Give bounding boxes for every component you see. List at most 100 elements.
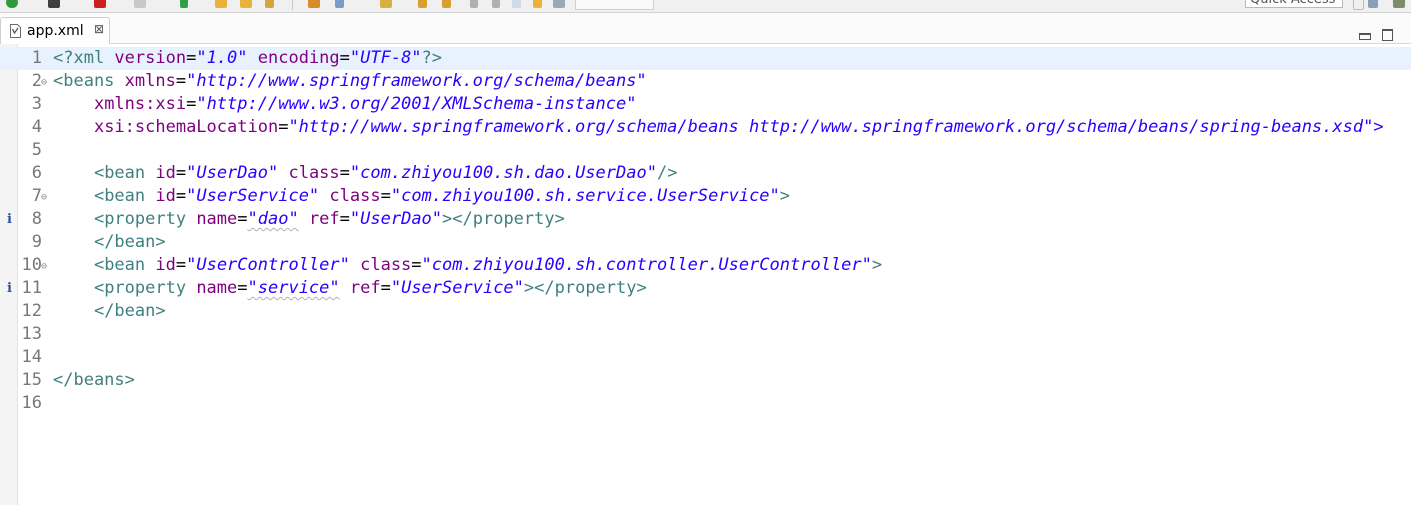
code-content: </bean> <box>53 300 166 323</box>
maximize-icon[interactable] <box>1382 29 1393 41</box>
code-line[interactable]: 1 <?xml version="1.0" encoding="UTF-8"?> <box>0 47 1411 70</box>
code-line[interactable]: 14 <box>0 346 1411 369</box>
attribute-value: "com.zhiyou100.sh.controller.UserControl… <box>421 255 872 275</box>
code-line[interactable]: 12 </bean> <box>0 300 1411 323</box>
tag-close: /> <box>656 163 678 183</box>
run-icon[interactable] <box>6 0 18 8</box>
folder-icon[interactable] <box>533 0 542 8</box>
equals-sign: = <box>339 48 350 68</box>
fold-toggle-icon[interactable]: ⊖ <box>41 255 47 278</box>
code-content: <bean id="UserController" class="com.zhi… <box>53 254 882 277</box>
attribute-name: name <box>186 209 238 229</box>
tag-close: ></property> <box>523 278 647 298</box>
info-icon[interactable]: i <box>7 208 12 231</box>
debug-icon[interactable] <box>48 0 60 8</box>
equals-sign: = <box>237 278 248 298</box>
attribute-value: "service" <box>247 278 340 298</box>
close-icon[interactable]: ⊠ <box>94 22 104 36</box>
line-number: 10 <box>21 255 42 275</box>
save-icon[interactable] <box>134 0 146 8</box>
info-icon[interactable]: i <box>7 277 12 300</box>
attribute-name: xmlns <box>114 71 176 91</box>
attribute-value: "http://www.w3.org/2001/XMLSchema-instan… <box>196 94 637 114</box>
line-number: 1 <box>31 48 42 68</box>
layout-icon[interactable] <box>380 0 392 8</box>
code-line[interactable]: 10 ⊖ <bean id="UserController" class="com… <box>0 254 1411 277</box>
code-line[interactable]: 13 <box>0 323 1411 346</box>
equals-sign: = <box>339 209 350 229</box>
code-content: xmlns:xsi="http://www.w3.org/2001/XMLSch… <box>53 93 636 116</box>
line-number: 2 <box>31 71 42 91</box>
code-content: </beans> <box>53 369 135 392</box>
line-number: 11 <box>21 278 42 298</box>
folder-icon[interactable] <box>215 0 227 8</box>
tag-open: <property <box>93 278 187 298</box>
edit-icon[interactable] <box>308 0 320 8</box>
tag-open: <?xml <box>53 48 105 68</box>
nav-forward-icon[interactable] <box>492 0 500 8</box>
code-content: <property name="dao" ref="UserDao"></pro… <box>53 208 565 231</box>
folder-icon[interactable] <box>240 0 252 8</box>
code-line[interactable]: 7 ⊖ <bean id="UserService" class="com.zhi… <box>0 185 1411 208</box>
play-icon[interactable] <box>180 0 188 8</box>
edit-icon[interactable] <box>265 0 274 8</box>
nav-forward-icon[interactable] <box>442 0 451 8</box>
code-line[interactable]: 9 </bean> <box>0 231 1411 254</box>
tag-close: > <box>779 186 791 206</box>
code-line[interactable]: 6 <bean id="UserDao" class="com.zhiyou10… <box>0 162 1411 185</box>
layout-icon[interactable] <box>1353 0 1364 10</box>
line-number: 13 <box>21 324 42 344</box>
line-number: 4 <box>31 117 42 137</box>
code-line[interactable]: 5 <box>0 139 1411 162</box>
line-number: 16 <box>21 393 42 413</box>
fold-toggle-icon[interactable]: ⊖ <box>41 186 47 209</box>
line-number: 14 <box>21 347 42 367</box>
line-number: 8 <box>31 209 42 229</box>
toolbar-input-box[interactable] <box>575 0 654 10</box>
tab-app-xml[interactable]: app.xml ⊠ <box>0 17 110 44</box>
attribute-value: "UserService" <box>186 186 320 206</box>
layout-icon[interactable] <box>1393 0 1405 8</box>
code-line[interactable]: i8 <property name="dao" ref="UserDao"></… <box>0 208 1411 231</box>
code-line[interactable]: 15 </beans> <box>0 369 1411 392</box>
layout-icon[interactable] <box>1368 0 1378 8</box>
attribute-name: name <box>186 278 238 298</box>
quick-access-field[interactable]: Quick Access <box>1245 0 1343 8</box>
attribute-value: "http://www.springframework.org/schema/b… <box>186 71 647 91</box>
stop-icon[interactable] <box>94 0 106 8</box>
code-line[interactable]: 16 <box>0 392 1411 415</box>
attribute-name: id <box>145 186 176 206</box>
code-content: xsi:schemaLocation="http://www.springfra… <box>53 116 1384 139</box>
attribute-name: ref <box>298 209 340 229</box>
equals-sign: = <box>186 48 197 68</box>
line-number: 7 <box>31 186 42 206</box>
xml-file-icon <box>10 24 21 38</box>
nav-back-icon[interactable] <box>470 0 478 8</box>
code-line[interactable]: 4 xsi:schemaLocation="http://www.springf… <box>0 116 1411 139</box>
line-number: 15 <box>21 370 42 390</box>
attribute-value: "dao" <box>247 209 299 229</box>
tag-open: <bean <box>93 255 146 275</box>
tag-open: <bean <box>93 163 146 183</box>
search-icon[interactable] <box>512 0 521 8</box>
layout-icon[interactable] <box>553 0 565 8</box>
code-line[interactable]: 3 xmlns:xsi="http://www.w3.org/2001/XMLS… <box>0 93 1411 116</box>
fold-toggle-icon[interactable]: ⊖ <box>41 71 47 94</box>
nav-back-icon[interactable] <box>418 0 427 8</box>
equals-sign: = <box>237 209 248 229</box>
toolbar-separator <box>292 0 293 10</box>
minimize-icon[interactable] <box>1359 33 1371 40</box>
equals-sign: = <box>186 94 197 114</box>
layout-icon[interactable] <box>335 0 344 8</box>
xml-editor[interactable]: 1 <?xml version="1.0" encoding="UTF-8"?> 2… <box>0 44 1411 505</box>
code-line[interactable]: 2 ⊖ <beans xmlns="http://www.springframewo… <box>0 70 1411 93</box>
attribute-value: "1.0" <box>196 48 248 68</box>
attribute-value: "UserDao" <box>186 163 279 183</box>
tag-close: ?> <box>421 48 443 68</box>
tag-close: > <box>871 255 883 275</box>
tag-open: <bean <box>93 186 146 206</box>
tag-open: <beans <box>53 71 115 91</box>
code-line[interactable]: i 11 <property name="service" ref="UserSe… <box>0 277 1411 300</box>
